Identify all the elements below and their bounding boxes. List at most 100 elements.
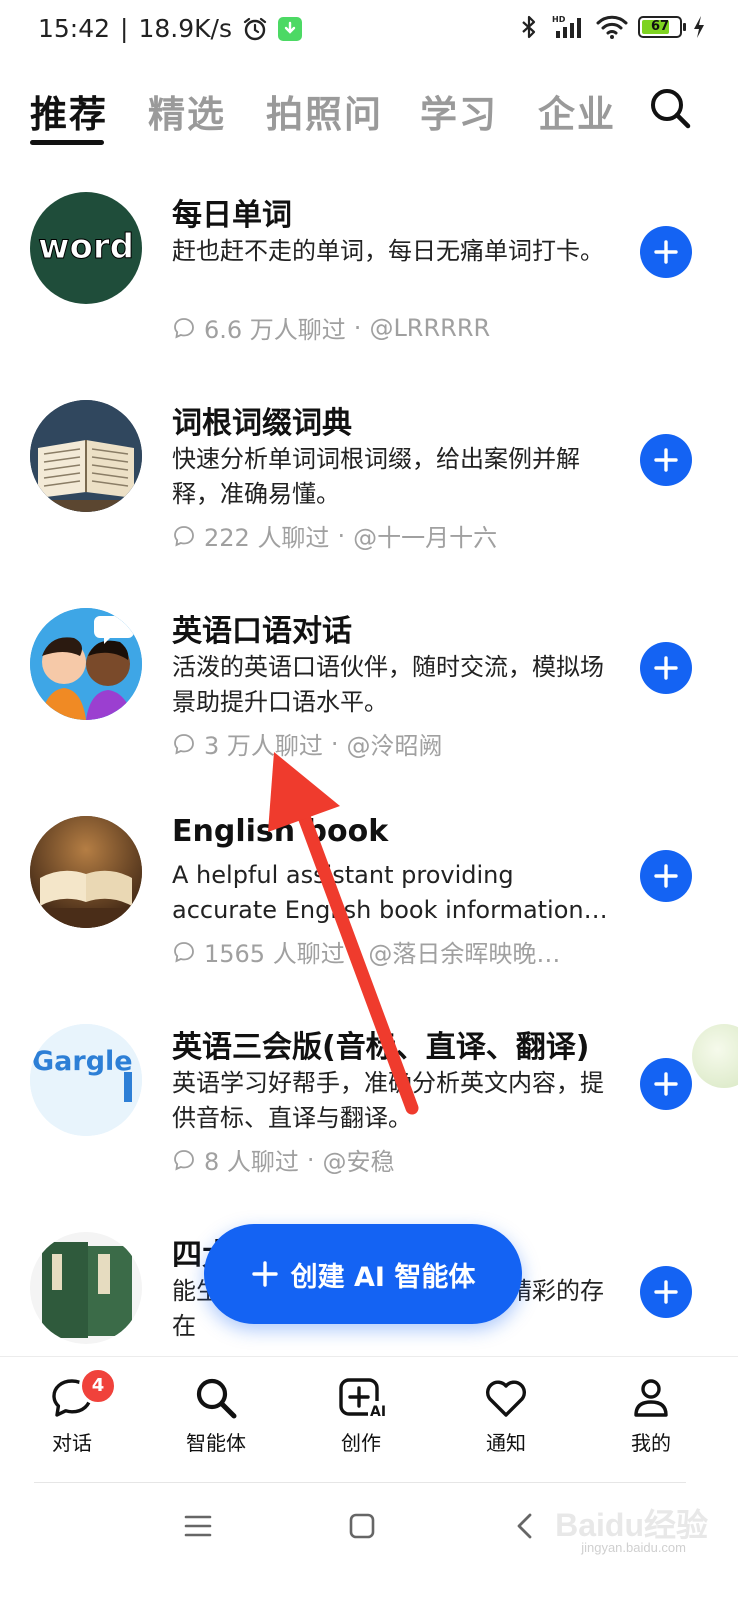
agent-avatar <box>30 608 142 720</box>
chat-count: 1565 人聊过 <box>204 940 345 968</box>
agent-meta: 1565 人聊过 · @落日余晖映晚… <box>172 934 560 969</box>
agent-avatar: word <box>30 192 142 304</box>
battery-level: 67 <box>650 19 670 34</box>
add-agent-button[interactable] <box>640 434 692 486</box>
agent-title: 词根词缀词典 <box>172 406 352 441</box>
agent-item-daily-word[interactable]: word 每日单词 赶也赶不走的单词，每日无痛单词打卡。 6.6 万人聊过 · … <box>0 172 738 372</box>
nav-notifications[interactable]: 通知 <box>456 1375 556 1456</box>
chat-count: 3 万人聊过 <box>204 732 323 760</box>
svg-text:HD: HD <box>552 15 566 24</box>
agent-avatar: Gargle and spit <box>30 1024 142 1136</box>
home-icon[interactable] <box>348 1512 376 1540</box>
unread-badge: 4 <box>79 1367 117 1405</box>
plus-icon <box>654 240 678 264</box>
agent-title: 每日单词 <box>172 198 292 233</box>
bottom-nav: 4 对话 智能体 AI 创作 通知 我的 <box>0 1356 738 1483</box>
agent-meta: 8 人聊过 · @安稳 <box>172 1142 395 1177</box>
plus-icon <box>654 656 678 680</box>
add-agent-button[interactable] <box>640 850 692 902</box>
search-icon[interactable] <box>648 86 692 130</box>
nav-chat[interactable]: 4 对话 <box>22 1367 122 1456</box>
charging-icon <box>694 16 704 38</box>
agent-meta: 222 人聊过 · @十一月十六 <box>172 518 497 553</box>
signal-hd-icon: HD <box>552 15 581 38</box>
nav-label: 智能体 <box>186 1431 246 1455</box>
status-bar: 15:42 | 18.9K/s HD 67 <box>0 0 738 64</box>
tab-enterprise[interactable]: 企业 <box>538 84 616 138</box>
plus-icon <box>654 864 678 888</box>
wifi-icon <box>596 15 628 39</box>
heart-icon <box>486 1380 526 1417</box>
search-agent-icon <box>196 1378 237 1419</box>
watermark-url: jingyan.baidu.com <box>581 1540 686 1555</box>
nav-profile[interactable]: 我的 <box>601 1375 701 1456</box>
add-agent-button[interactable] <box>640 226 692 278</box>
add-agent-button[interactable] <box>640 642 692 694</box>
bluetooth-icon <box>522 15 536 39</box>
agent-item-english-book[interactable]: English book A helpful assistant providi… <box>0 796 738 996</box>
alarm-icon <box>243 17 267 40</box>
agent-meta: 3 万人聊过 · @泠昭阙 <box>172 726 443 761</box>
agent-author: @安稳 <box>322 1148 395 1176</box>
nav-label: 对话 <box>52 1431 92 1455</box>
person-icon <box>634 1379 668 1417</box>
agent-author: @十一月十六 <box>353 524 498 552</box>
chat-count: 8 人聊过 <box>204 1148 299 1176</box>
nav-label: 我的 <box>631 1431 671 1455</box>
add-agent-button[interactable] <box>640 1266 692 1318</box>
chat-count-icon <box>174 941 194 963</box>
status-time: 15:42 <box>38 14 111 43</box>
agent-avatar <box>30 1232 142 1344</box>
system-divider <box>34 1482 686 1483</box>
nav-label: 创作 <box>341 1431 381 1455</box>
chat-count-icon <box>174 733 194 755</box>
plus-icon <box>654 448 678 472</box>
agent-avatar <box>30 816 142 928</box>
tab-photo-ask[interactable]: 拍照问 <box>266 84 383 138</box>
agent-avatar <box>30 400 142 512</box>
tab-study[interactable]: 学习 <box>420 84 498 138</box>
create-agent-button[interactable]: 创建 AI 智能体 <box>204 1224 522 1324</box>
agent-item-root-affix[interactable]: 词根词缀词典 快速分析单词词根词缀，给出案例并解释，准确易懂。 222 人聊过 … <box>0 380 738 580</box>
plus-icon <box>654 1280 678 1304</box>
agent-desc: 英语学习好帮手，准确分析英文内容，提供音标、直译与翻译。 <box>172 1069 604 1132</box>
agent-desc: A helpful assistant providing accurate E… <box>172 861 608 924</box>
tab-featured[interactable]: 精选 <box>148 84 226 138</box>
agent-title: 英语三会版(音标、直译、翻译) <box>172 1030 590 1065</box>
chat-count-icon <box>174 1149 194 1171</box>
add-agent-button[interactable] <box>640 1058 692 1110</box>
active-tab-indicator <box>30 140 104 145</box>
download-badge-icon <box>278 16 302 41</box>
agent-meta: 6.6 万人聊过 · @LRRRRR <box>172 310 490 345</box>
network-speed: 18.9K/s <box>138 14 232 43</box>
nav-label: 通知 <box>486 1431 526 1455</box>
chat-count: 222 人聊过 <box>204 524 330 552</box>
plus-icon <box>251 1261 278 1287</box>
create-ai-icon: AI <box>339 1378 388 1420</box>
create-agent-label: 创建 AI 智能体 <box>290 1261 476 1293</box>
agent-item-english-three[interactable]: Gargle and spit 英语三会版(音标、直译、翻译) 英语学习好帮手，… <box>0 1004 738 1204</box>
back-icon[interactable] <box>514 1512 536 1540</box>
agent-author: @落日余晖映晚… <box>368 940 561 968</box>
nav-create[interactable]: AI 创作 <box>311 1375 411 1456</box>
agent-author: @LRRRRR <box>369 313 491 342</box>
nav-agents[interactable]: 智能体 <box>166 1375 266 1456</box>
agent-title: 英语口语对话 <box>172 614 352 649</box>
chat-count: 6.6 万人聊过 <box>204 316 346 344</box>
chat-count-icon <box>174 317 194 339</box>
status-right: HD 67 <box>516 14 706 40</box>
chat-count-icon <box>174 525 194 547</box>
tab-recommend[interactable]: 推荐 <box>30 84 108 138</box>
agent-author: @泠昭阙 <box>346 732 443 760</box>
agent-desc: 活泼的英语口语伙伴，随时交流，模拟场景助提升口语水平。 <box>172 653 604 716</box>
avatar-word-text: word <box>38 227 134 267</box>
category-tabs: 推荐 精选 拍照问 学习 企业 <box>0 78 738 150</box>
battery-icon: 67 <box>638 16 686 38</box>
agent-desc: 快速分析单词词根词缀，给出案例并解释，准确易懂。 <box>172 445 580 508</box>
agent-item-oral-english[interactable]: 英语口语对话 活泼的英语口语伙伴，随时交流，模拟场景助提升口语水平。 3 万人聊… <box>0 588 738 788</box>
plus-icon <box>654 1072 678 1096</box>
agent-desc: 赶也赶不走的单词，每日无痛单词打卡。 <box>172 237 604 265</box>
svg-text:AI: AI <box>370 1404 386 1420</box>
status-left: 15:42 | 18.9K/s <box>38 14 302 43</box>
menu-icon[interactable] <box>184 1512 212 1540</box>
